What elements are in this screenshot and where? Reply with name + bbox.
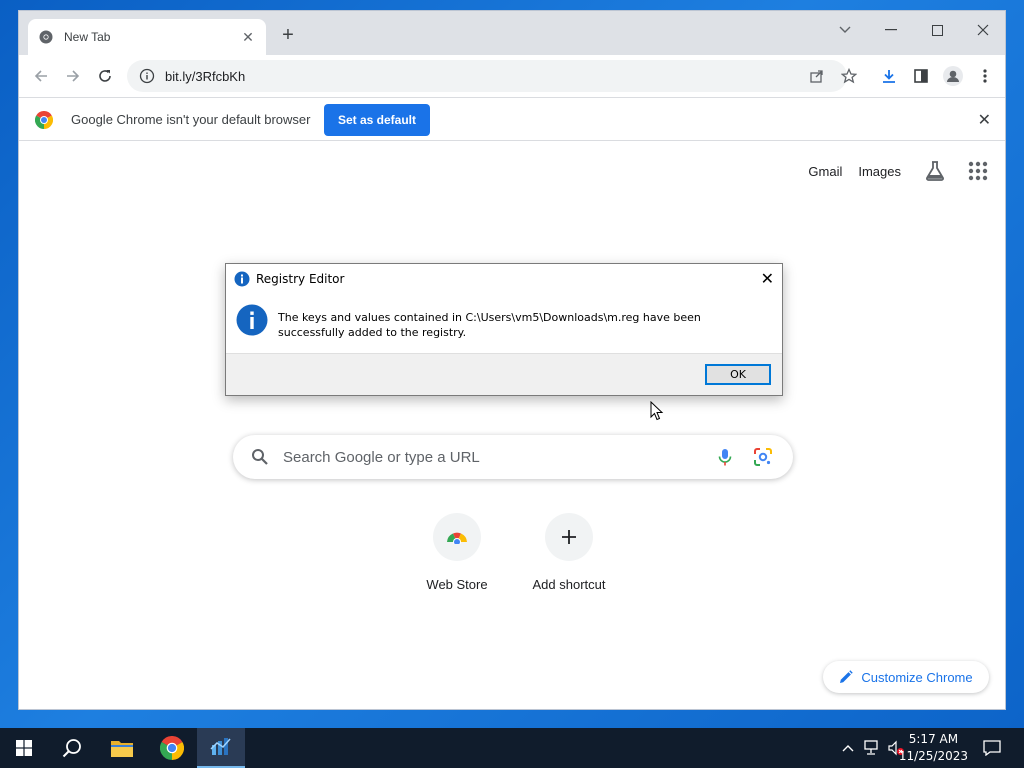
site-info-icon[interactable]: [139, 68, 155, 84]
mouse-cursor-icon: [650, 401, 664, 421]
taskbar-search-button[interactable]: [48, 728, 96, 768]
new-tab-button[interactable]: +: [277, 25, 299, 47]
add-shortcut-button[interactable]: Add shortcut: [513, 513, 625, 592]
start-button[interactable]: [0, 728, 48, 768]
gmail-link[interactable]: Gmail: [808, 164, 842, 179]
top-links: Gmail Images: [808, 159, 989, 183]
chrome-icon: [160, 736, 184, 760]
url-text: bit.ly/3RfcbKh: [165, 68, 246, 84]
download-icon[interactable]: [877, 64, 901, 88]
voice-search-mic-icon[interactable]: [715, 447, 735, 467]
tab-search-icon[interactable]: [825, 17, 865, 43]
images-link[interactable]: Images: [858, 164, 901, 179]
dialog-message: The keys and values contained in C:\User…: [278, 311, 701, 339]
google-lens-icon[interactable]: [753, 447, 773, 467]
chrome-favicon-icon: [38, 29, 54, 45]
pencil-icon: [840, 670, 854, 683]
dialog-close-icon[interactable]: ✕: [761, 269, 774, 289]
menu-dots-icon[interactable]: [973, 64, 997, 88]
customize-chrome-label: Customize Chrome: [861, 669, 973, 685]
forward-button[interactable]: [61, 64, 85, 88]
set-as-default-button[interactable]: Set as default: [324, 104, 430, 136]
dialog-title: Registry Editor: [256, 272, 345, 286]
search-icon: [252, 449, 268, 465]
windows-logo-icon: [16, 740, 32, 756]
default-browser-infobar: Google Chrome isn't your default browser…: [19, 97, 1005, 141]
dialog-footer: OK: [226, 353, 782, 395]
dialog-body: The keys and values contained in C:\User…: [226, 294, 782, 354]
shortcut-label: Web Store: [426, 577, 488, 592]
shortcut-label: Add shortcut: [532, 577, 606, 592]
bookmark-star-icon[interactable]: [837, 64, 861, 88]
folder-icon: [111, 741, 133, 757]
search-placeholder: Search Google or type a URL: [283, 448, 480, 466]
search-box[interactable]: Search Google or type a URL: [233, 435, 793, 479]
back-button[interactable]: [29, 64, 53, 88]
close-window-button[interactable]: [963, 17, 1003, 43]
info-title-icon: [234, 271, 250, 287]
clock-time: 5:17 AM: [908, 732, 959, 746]
tab-title: New Tab: [64, 30, 111, 44]
side-panel-icon[interactable]: [909, 64, 933, 88]
tab-new-tab[interactable]: New Tab ✕: [28, 19, 266, 55]
notifications-icon[interactable]: [982, 738, 1002, 758]
apps-grid-icon[interactable]: [967, 160, 989, 182]
dialog-title-bar: Registry Editor ✕: [226, 264, 782, 294]
profile-avatar-icon[interactable]: [941, 64, 965, 88]
reload-button[interactable]: [93, 64, 117, 88]
tab-close-icon[interactable]: ✕: [240, 29, 256, 46]
new-tab-page: Gmail Images Search Google or type a URL: [19, 141, 1005, 709]
infobar-message: Google Chrome isn't your default browser: [71, 112, 311, 127]
taskbar-registry-editor[interactable]: [197, 728, 245, 768]
shortcut-web-store[interactable]: Web Store: [401, 513, 513, 592]
title-bar: New Tab ✕ +: [19, 11, 1005, 55]
plus-icon: [545, 513, 593, 561]
taskbar: 5:17 AM 11/25/2023: [0, 728, 1024, 768]
info-icon: [236, 304, 268, 336]
share-icon[interactable]: [805, 64, 829, 88]
web-store-icon: [433, 513, 481, 561]
registry-editor-dialog: Registry Editor ✕ The keys and values co…: [225, 263, 783, 396]
infobar-close-icon[interactable]: ✕: [978, 110, 991, 130]
network-icon[interactable]: [862, 738, 882, 758]
maximize-button[interactable]: [917, 17, 957, 43]
minimize-button[interactable]: [871, 17, 911, 43]
address-bar[interactable]: bit.ly/3RfcbKh: [127, 60, 847, 92]
clock-date: 11/25/2023: [898, 749, 968, 763]
toolbar: bit.ly/3RfcbKh: [19, 55, 1005, 97]
taskbar-file-explorer[interactable]: [98, 728, 146, 768]
taskbar-clock[interactable]: 5:17 AM 11/25/2023: [899, 731, 968, 765]
ok-button[interactable]: OK: [705, 364, 771, 385]
customize-chrome-button[interactable]: Customize Chrome: [823, 661, 989, 693]
chrome-logo-icon: [35, 111, 53, 129]
labs-flask-icon[interactable]: [923, 159, 947, 183]
search-icon: [62, 739, 81, 758]
registry-editor-icon: [210, 738, 231, 755]
show-hidden-icons-chevron-icon[interactable]: [838, 738, 858, 758]
taskbar-chrome[interactable]: [148, 728, 196, 768]
